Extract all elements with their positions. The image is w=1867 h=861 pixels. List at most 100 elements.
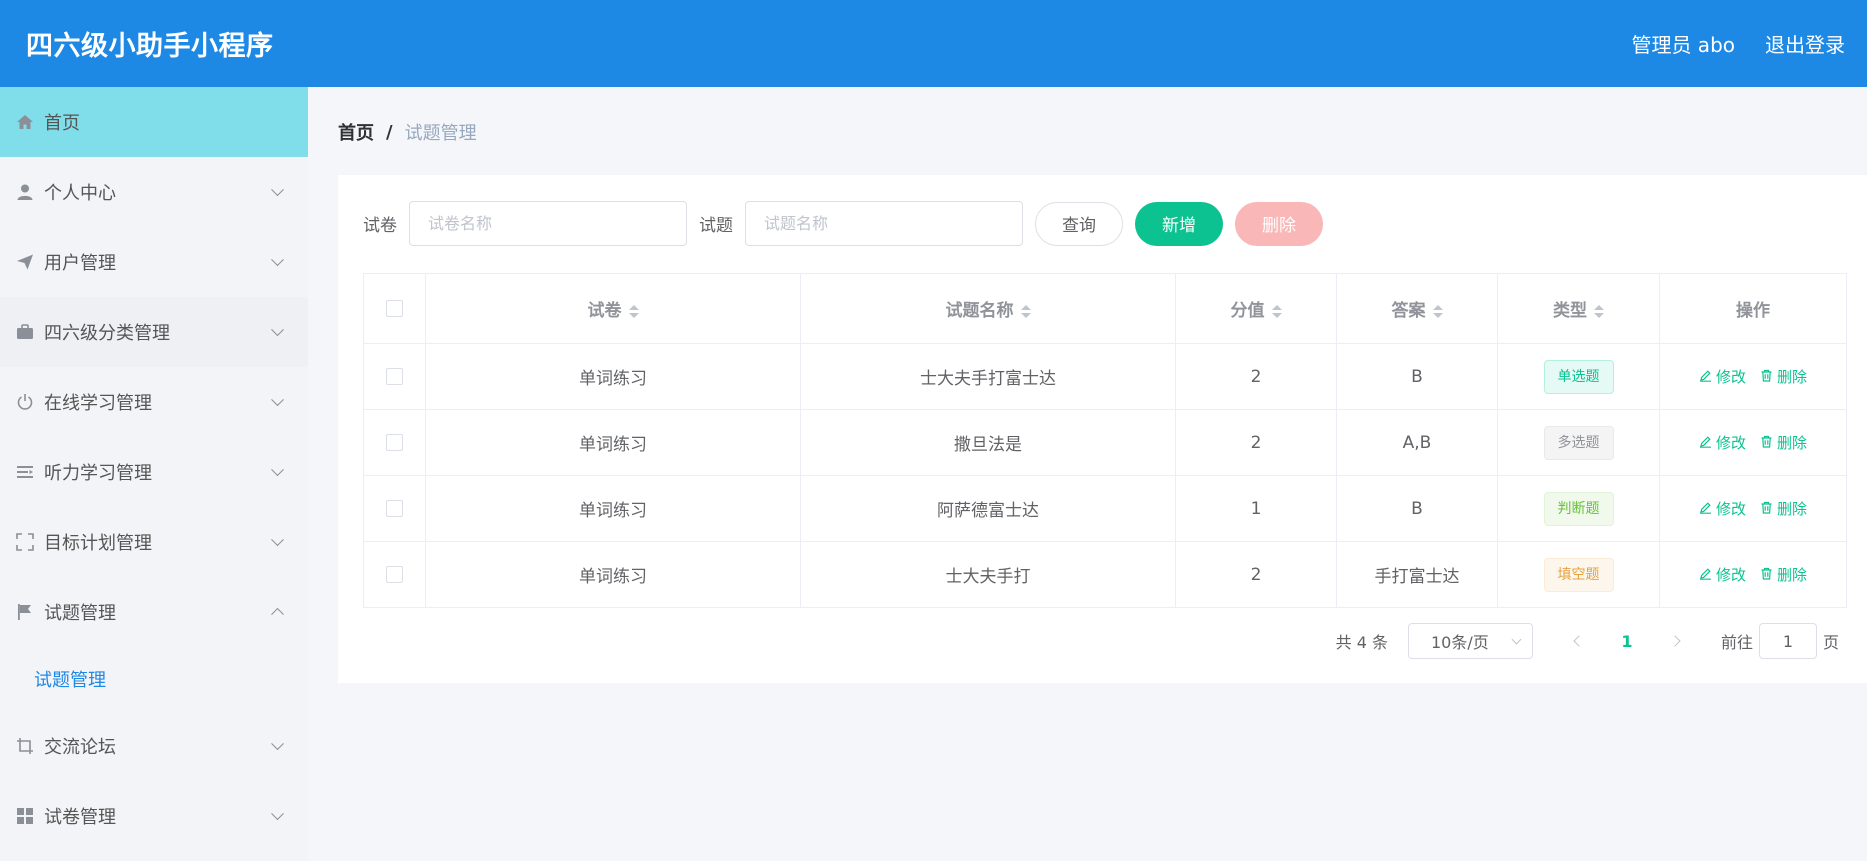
chevron-down-icon bbox=[271, 463, 284, 477]
breadcrumb: 首页 / 试题管理 bbox=[338, 119, 477, 145]
paper-name-input[interactable] bbox=[409, 201, 687, 246]
edit-button[interactable]: 修改 bbox=[1699, 564, 1746, 585]
select-all-cell bbox=[363, 273, 426, 344]
row-select-cell bbox=[363, 541, 426, 608]
edit-icon bbox=[1699, 368, 1712, 386]
submenu-item-question-management[interactable]: 试题管理 bbox=[0, 647, 308, 711]
send-icon bbox=[14, 251, 36, 273]
column-header-answer[interactable]: 答案 bbox=[1336, 273, 1498, 344]
row-select-cell bbox=[363, 409, 426, 476]
sidebar-item-paper-management[interactable]: 试卷管理 bbox=[0, 781, 308, 851]
question-name-input[interactable] bbox=[745, 201, 1023, 246]
cell-paper: 单词练习 bbox=[425, 475, 801, 542]
sidebar-item-forum[interactable]: 交流论坛 bbox=[0, 711, 308, 781]
next-page-button[interactable] bbox=[1653, 623, 1697, 659]
sidebar-item-personal-center[interactable]: 个人中心 bbox=[0, 157, 308, 227]
chevron-left-icon bbox=[1573, 635, 1585, 647]
sidebar-item-label: 在线学习管理 bbox=[44, 393, 152, 414]
row-delete-button[interactable]: 删除 bbox=[1760, 564, 1807, 585]
breadcrumb-separator: / bbox=[386, 121, 393, 143]
sidebar-item-label: 四六级分类管理 bbox=[44, 323, 170, 344]
page-number-current[interactable]: 1 bbox=[1601, 632, 1653, 651]
power-icon bbox=[14, 391, 36, 413]
cell-paper: 单词练习 bbox=[425, 409, 801, 476]
chevron-down-icon bbox=[271, 533, 284, 547]
row-delete-button[interactable]: 删除 bbox=[1760, 366, 1807, 387]
prev-page-button[interactable] bbox=[1557, 623, 1601, 659]
sidebar-item-label: 目标计划管理 bbox=[44, 533, 152, 554]
chevron-down-icon bbox=[271, 253, 284, 267]
sort-icon[interactable] bbox=[628, 304, 639, 318]
cell-answer: A,B bbox=[1336, 409, 1498, 476]
header-actions: 管理员 abo 退出登录 bbox=[1631, 29, 1845, 58]
breadcrumb-home[interactable]: 首页 bbox=[338, 119, 374, 145]
sidebar-item-user-management[interactable]: 用户管理 bbox=[0, 227, 308, 297]
row-delete-button[interactable]: 删除 bbox=[1760, 432, 1807, 453]
goto-page: 前往 页 bbox=[1721, 623, 1839, 659]
goto-page-input[interactable] bbox=[1758, 623, 1817, 659]
sidebar-item-listening[interactable]: 听力学习管理 bbox=[0, 437, 308, 507]
column-header-actions: 操作 bbox=[1659, 273, 1847, 344]
cell-type: 填空题 bbox=[1497, 541, 1660, 608]
trash-icon bbox=[1760, 434, 1773, 452]
sort-icon[interactable] bbox=[1432, 304, 1443, 318]
questions-table: 试卷 试题名称 分值 答案 类型 操作 单词练习 士大夫手打富士达 2 B 单选题 修改删… bbox=[363, 273, 1847, 608]
sort-icon[interactable] bbox=[1020, 304, 1031, 318]
grid-icon bbox=[14, 805, 36, 827]
chevron-down-icon bbox=[271, 393, 284, 407]
edit-icon bbox=[1699, 434, 1712, 452]
sort-icon[interactable] bbox=[1271, 304, 1282, 318]
add-button[interactable]: 新增 bbox=[1135, 201, 1223, 246]
cell-score: 2 bbox=[1175, 409, 1337, 476]
table-body: 单词练习 士大夫手打富士达 2 B 单选题 修改 删除 单词练习 撒旦法是 2 A,B 多选题 修改 删除… bbox=[363, 343, 1847, 608]
row-select-cell bbox=[363, 475, 426, 542]
row-checkbox[interactable] bbox=[386, 368, 403, 385]
page-size-select[interactable]: 10条/页 bbox=[1407, 623, 1533, 659]
breadcrumb-current: 试题管理 bbox=[404, 123, 477, 144]
sidebar-item-home[interactable]: 首页 bbox=[0, 87, 308, 157]
row-checkbox[interactable] bbox=[386, 434, 403, 451]
chevron-down-icon bbox=[271, 807, 284, 821]
row-checkbox[interactable] bbox=[386, 500, 403, 517]
sidebar-item-label: 交流论坛 bbox=[44, 737, 116, 758]
edit-button[interactable]: 修改 bbox=[1699, 432, 1746, 453]
edit-button[interactable]: 修改 bbox=[1699, 366, 1746, 387]
logout-button[interactable]: 退出登录 bbox=[1765, 29, 1845, 58]
sidebar-item-goal-plan[interactable]: 目标计划管理 bbox=[0, 507, 308, 577]
app-title: 四六级小助手小程序 bbox=[26, 31, 274, 62]
current-user: 管理员 abo bbox=[1631, 33, 1735, 57]
pagination-total: 共 4 条 bbox=[1335, 633, 1388, 652]
row-select-cell bbox=[363, 343, 426, 410]
cell-type: 判断题 bbox=[1497, 475, 1660, 542]
edit-button[interactable]: 修改 bbox=[1699, 498, 1746, 519]
sidebar-item-label: 试题管理 bbox=[44, 603, 116, 624]
column-header-score[interactable]: 分值 bbox=[1175, 273, 1337, 344]
cell-question-name: 士大夫手打 bbox=[800, 541, 1176, 608]
select-all-checkbox[interactable] bbox=[386, 300, 403, 317]
query-button[interactable]: 查询 bbox=[1035, 201, 1123, 246]
sidebar-item-online-learning[interactable]: 在线学习管理 bbox=[0, 367, 308, 437]
sidebar-item-question-management[interactable]: 试题管理 bbox=[0, 577, 308, 647]
row-checkbox[interactable] bbox=[386, 566, 403, 583]
delete-button[interactable]: 删除 bbox=[1235, 201, 1323, 246]
column-header-paper[interactable]: 试卷 bbox=[425, 273, 801, 344]
goto-prefix: 前往 bbox=[1720, 633, 1753, 652]
trash-icon bbox=[1760, 368, 1773, 386]
type-badge: 单选题 bbox=[1543, 359, 1614, 394]
column-header-question-name[interactable]: 试题名称 bbox=[800, 273, 1176, 344]
chevron-right-icon bbox=[1669, 635, 1681, 647]
row-delete-button[interactable]: 删除 bbox=[1760, 498, 1807, 519]
sidebar-item-category-management[interactable]: 四六级分类管理 bbox=[0, 297, 308, 367]
cell-question-name: 士大夫手打富士达 bbox=[800, 343, 1176, 410]
home-icon bbox=[14, 111, 36, 133]
sort-icon[interactable] bbox=[1594, 304, 1604, 318]
chevron-up-icon bbox=[271, 607, 284, 621]
cell-score: 1 bbox=[1175, 475, 1337, 542]
pagination: 共 4 条 10条/页 1 前往 页 bbox=[1336, 623, 1839, 659]
cell-actions: 修改 删除 bbox=[1659, 409, 1847, 476]
crop-icon bbox=[14, 735, 36, 757]
column-header-type[interactable]: 类型 bbox=[1497, 273, 1660, 344]
cell-type: 多选题 bbox=[1497, 409, 1660, 476]
list-icon bbox=[14, 461, 36, 483]
top-header: 四六级小助手小程序 管理员 abo 退出登录 bbox=[0, 0, 1867, 87]
